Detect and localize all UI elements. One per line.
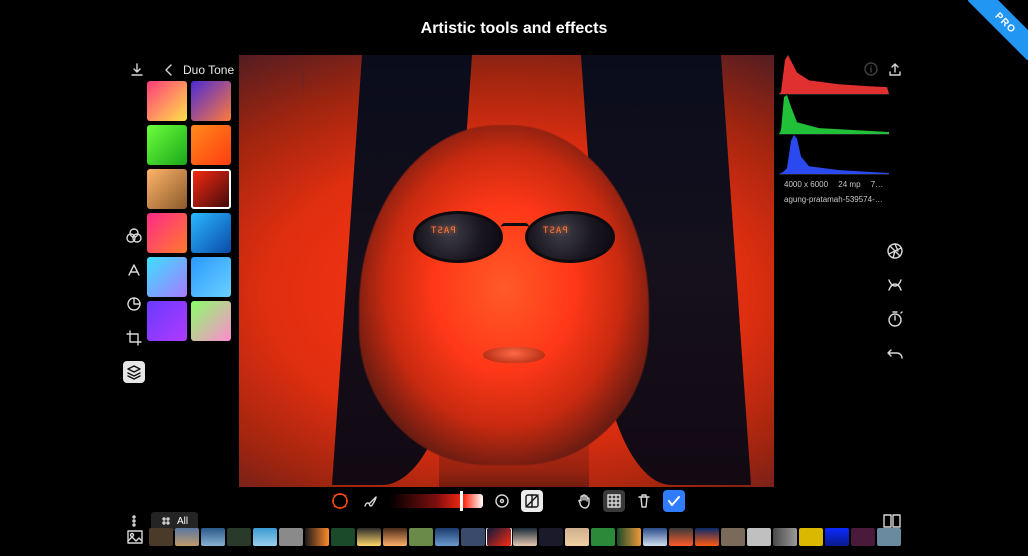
duotone-swatch[interactable] (191, 81, 231, 121)
image-meta: 4000 x 6000 24 mp 71% (779, 175, 889, 190)
filmstrip-thumb[interactable] (305, 528, 329, 546)
filmstrip-thumb[interactable] (383, 528, 407, 546)
canvas[interactable]: PAST PAST (239, 55, 774, 487)
duotone-swatch[interactable] (147, 257, 187, 297)
filmstrip-thumb[interactable] (669, 528, 693, 546)
lens-left: PAST (413, 211, 503, 263)
subject-sunglasses: PAST PAST (413, 205, 623, 269)
filmstrip-thumb[interactable] (747, 528, 771, 546)
back-icon[interactable] (163, 63, 175, 77)
lens-reflection: PAST (542, 226, 568, 236)
subject-lips (483, 347, 545, 363)
text-tool-icon[interactable] (123, 259, 145, 281)
right-tools (885, 241, 905, 363)
color-tool-icon[interactable] (123, 225, 145, 247)
filmstrip-thumbs (149, 528, 901, 546)
pro-label: PRO (968, 0, 1028, 60)
filmstrip-thumb[interactable] (591, 528, 615, 546)
filmstrip-thumb[interactable] (201, 528, 225, 546)
layers-tool-icon[interactable] (123, 361, 145, 383)
filmstrip-thumb[interactable] (149, 528, 173, 546)
duotone-swatch[interactable] (191, 301, 231, 341)
histogram-panel[interactable]: 4000 x 6000 24 mp 71% agung-pratamah-539… (779, 55, 889, 205)
filmstrip-thumb[interactable] (487, 528, 511, 546)
duotone-swatch[interactable] (147, 213, 187, 253)
filmstrip-thumb[interactable] (617, 528, 641, 546)
filmstrip-thumb[interactable] (695, 528, 719, 546)
lens-reflection: PAST (430, 226, 456, 236)
page-title: Artistic tools and effects (0, 20, 1028, 38)
shape-tool-icon[interactable] (123, 293, 145, 315)
filmstrip-thumb[interactable] (513, 528, 537, 546)
filmstrip-thumb[interactable] (279, 528, 303, 546)
subject-face (359, 125, 649, 465)
download-icon[interactable] (129, 62, 145, 78)
filmstrip-thumb[interactable] (435, 528, 459, 546)
filmstrip-thumb[interactable] (721, 528, 745, 546)
filmstrip-thumb[interactable] (461, 528, 485, 546)
filmstrip-thumb[interactable] (643, 528, 667, 546)
image-megapixels: 24 mp (838, 180, 860, 189)
image-zoom: 71% (871, 180, 887, 189)
panel-title: Duo Tone (183, 63, 234, 77)
duotone-swatch[interactable] (147, 125, 187, 165)
histogram-blue (779, 135, 889, 175)
filmstrip-thumb[interactable] (331, 528, 355, 546)
lens-right: PAST (525, 211, 615, 263)
filmstrip-thumb[interactable] (539, 528, 563, 546)
filmstrip-thumb[interactable] (357, 528, 381, 546)
duotone-swatch[interactable] (191, 257, 231, 297)
duotone-swatch[interactable] (191, 213, 231, 253)
filmstrip-thumb[interactable] (851, 528, 875, 546)
duotone-palette (147, 81, 231, 341)
duotone-swatch[interactable] (147, 81, 187, 121)
filmstrip-thumb[interactable] (565, 528, 589, 546)
filmstrip-thumb[interactable] (253, 528, 277, 546)
image-dimensions: 4000 x 6000 (784, 180, 828, 189)
crop-tool-icon[interactable] (123, 327, 145, 349)
share-icon[interactable] (887, 61, 903, 77)
filmstrip (119, 524, 909, 550)
filmstrip-thumb[interactable] (773, 528, 797, 546)
add-image-icon[interactable] (125, 529, 147, 545)
filmstrip-thumb[interactable] (227, 528, 251, 546)
duotone-swatch[interactable] (147, 301, 187, 341)
filmstrip-thumb[interactable] (877, 528, 901, 546)
filmstrip-thumb[interactable] (175, 528, 199, 546)
duotone-swatch[interactable] (147, 169, 187, 209)
editor-frame: Duo Tone (119, 55, 909, 550)
histogram-green (779, 95, 889, 135)
glasses-bridge (501, 223, 529, 231)
histogram-red (779, 55, 889, 95)
aperture-icon[interactable] (885, 241, 905, 261)
adjust-icon[interactable] (885, 275, 905, 295)
timer-icon[interactable] (885, 309, 905, 329)
duotone-swatch[interactable] (191, 169, 231, 209)
image-filename: agung-pratamah-539574-unspla… (779, 190, 889, 205)
duotone-swatch[interactable] (191, 125, 231, 165)
undo-icon[interactable] (885, 343, 905, 363)
left-tools (123, 225, 145, 383)
filmstrip-thumb[interactable] (409, 528, 433, 546)
filmstrip-thumb[interactable] (825, 528, 849, 546)
filmstrip-thumb[interactable] (799, 528, 823, 546)
pro-ribbon[interactable]: PRO (968, 0, 1028, 60)
